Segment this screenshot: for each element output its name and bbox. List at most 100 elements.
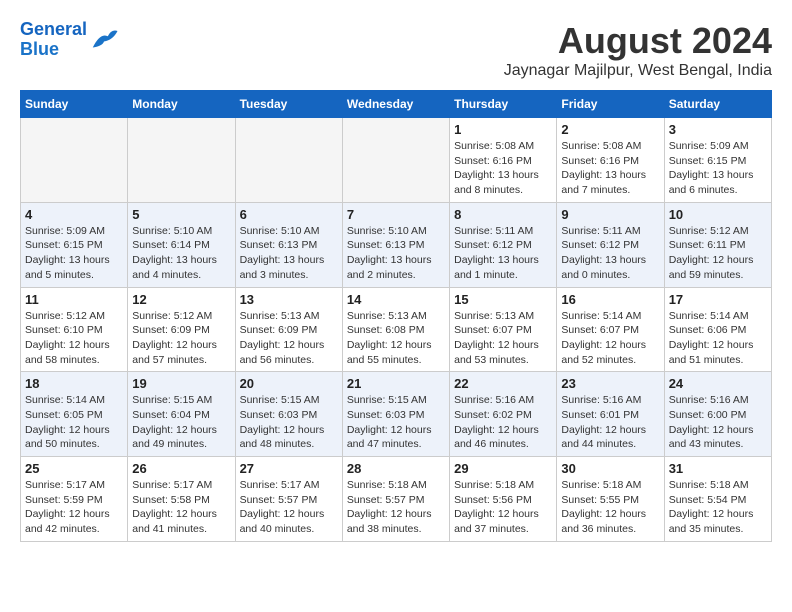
- day-number: 2: [561, 122, 659, 137]
- weekday-header-thursday: Thursday: [450, 91, 557, 118]
- calendar-week-row: 11Sunrise: 5:12 AM Sunset: 6:10 PM Dayli…: [21, 287, 772, 372]
- day-info: Sunrise: 5:16 AM Sunset: 6:02 PM Dayligh…: [454, 393, 552, 452]
- calendar-cell: 10 Sunrise: 5:12 AM Sunset: 6:11 PM Dayli…: [664, 202, 771, 287]
- weekday-header-sunday: Sunday: [21, 91, 128, 118]
- calendar-cell: 19Sunrise: 5:15 AM Sunset: 6:04 PM Dayli…: [128, 372, 235, 457]
- calendar-cell: 23 Sunrise: 5:16 AM Sunset: 6:01 PM Dayli…: [557, 372, 664, 457]
- calendar-cell: [128, 118, 235, 203]
- calendar-cell: 1 Sunrise: 5:08 AM Sunset: 6:16 PM Daylig…: [450, 118, 557, 203]
- day-info: Sunrise: 5:12 AM Sunset: 6:09 PM Dayligh…: [132, 309, 230, 368]
- calendar-cell: 25 Sunrise: 5:17 AM Sunset: 5:59 PM Dayli…: [21, 457, 128, 542]
- calendar-cell: 14Sunrise: 5:13 AM Sunset: 6:08 PM Dayli…: [342, 287, 449, 372]
- page-header: General Blue August 2024 Jaynagar Majilp…: [20, 20, 772, 80]
- month-title: August 2024: [504, 20, 772, 62]
- calendar-cell: 27Sunrise: 5:17 AM Sunset: 5:57 PM Dayli…: [235, 457, 342, 542]
- day-number: 27: [240, 461, 338, 476]
- calendar-cell: 28 Sunrise: 5:18 AM Sunset: 5:57 PM Dayli…: [342, 457, 449, 542]
- day-info: Sunrise: 5:15 AM Sunset: 6:04 PM Dayligh…: [132, 393, 230, 452]
- day-number: 28: [347, 461, 445, 476]
- calendar-cell: 18 Sunrise: 5:14 AM Sunset: 6:05 PM Dayli…: [21, 372, 128, 457]
- day-number: 1: [454, 122, 552, 137]
- calendar-cell: 8 Sunrise: 5:11 AM Sunset: 6:12 PM Daylig…: [450, 202, 557, 287]
- calendar-cell: 11Sunrise: 5:12 AM Sunset: 6:10 PM Dayli…: [21, 287, 128, 372]
- day-info: Sunrise: 5:15 AM Sunset: 6:03 PM Dayligh…: [240, 393, 338, 452]
- weekday-header-tuesday: Tuesday: [235, 91, 342, 118]
- day-number: 10: [669, 207, 767, 222]
- day-number: 5: [132, 207, 230, 222]
- day-info: Sunrise: 5:12 AM Sunset: 6:11 PM Dayligh…: [669, 224, 767, 283]
- day-info: Sunrise: 5:13 AM Sunset: 6:09 PM Dayligh…: [240, 309, 338, 368]
- logo: General Blue: [20, 20, 119, 60]
- day-number: 15: [454, 292, 552, 307]
- calendar-table: SundayMondayTuesdayWednesdayThursdayFrid…: [20, 90, 772, 542]
- day-number: 17: [669, 292, 767, 307]
- day-info: Sunrise: 5:18 AM Sunset: 5:55 PM Dayligh…: [561, 478, 659, 537]
- day-number: 6: [240, 207, 338, 222]
- day-info: Sunrise: 5:18 AM Sunset: 5:57 PM Dayligh…: [347, 478, 445, 537]
- day-info: Sunrise: 5:10 AM Sunset: 6:13 PM Dayligh…: [347, 224, 445, 283]
- calendar-week-row: 1 Sunrise: 5:08 AM Sunset: 6:16 PM Daylig…: [21, 118, 772, 203]
- calendar-cell: 2 Sunrise: 5:08 AM Sunset: 6:16 PM Daylig…: [557, 118, 664, 203]
- day-number: 20: [240, 376, 338, 391]
- calendar-cell: 3Sunrise: 5:09 AM Sunset: 6:15 PM Daylig…: [664, 118, 771, 203]
- day-info: Sunrise: 5:11 AM Sunset: 6:12 PM Dayligh…: [454, 224, 552, 283]
- location-text: Jaynagar Majilpur, West Bengal, India: [504, 62, 772, 80]
- day-info: Sunrise: 5:14 AM Sunset: 6:06 PM Dayligh…: [669, 309, 767, 368]
- day-info: Sunrise: 5:18 AM Sunset: 5:54 PM Dayligh…: [669, 478, 767, 537]
- day-info: Sunrise: 5:11 AM Sunset: 6:12 PM Dayligh…: [561, 224, 659, 283]
- calendar-header: SundayMondayTuesdayWednesdayThursdayFrid…: [21, 91, 772, 118]
- weekday-header-saturday: Saturday: [664, 91, 771, 118]
- calendar-cell: 6 Sunrise: 5:10 AM Sunset: 6:13 PM Daylig…: [235, 202, 342, 287]
- day-info: Sunrise: 5:08 AM Sunset: 6:16 PM Dayligh…: [454, 139, 552, 198]
- calendar-cell: [342, 118, 449, 203]
- calendar-cell: 22 Sunrise: 5:16 AM Sunset: 6:02 PM Dayli…: [450, 372, 557, 457]
- calendar-cell: 16 Sunrise: 5:14 AM Sunset: 6:07 PM Dayli…: [557, 287, 664, 372]
- day-info: Sunrise: 5:10 AM Sunset: 6:13 PM Dayligh…: [240, 224, 338, 283]
- day-number: 16: [561, 292, 659, 307]
- calendar-cell: 7Sunrise: 5:10 AM Sunset: 6:13 PM Daylig…: [342, 202, 449, 287]
- day-number: 12: [132, 292, 230, 307]
- calendar-body: 1 Sunrise: 5:08 AM Sunset: 6:16 PM Daylig…: [21, 118, 772, 542]
- day-number: 4: [25, 207, 123, 222]
- calendar-cell: 17 Sunrise: 5:14 AM Sunset: 6:06 PM Dayli…: [664, 287, 771, 372]
- day-info: Sunrise: 5:09 AM Sunset: 6:15 PM Dayligh…: [25, 224, 123, 283]
- day-info: Sunrise: 5:15 AM Sunset: 6:03 PM Dayligh…: [347, 393, 445, 452]
- day-info: Sunrise: 5:13 AM Sunset: 6:07 PM Dayligh…: [454, 309, 552, 368]
- calendar-week-row: 18 Sunrise: 5:14 AM Sunset: 6:05 PM Dayli…: [21, 372, 772, 457]
- calendar-cell: 15 Sunrise: 5:13 AM Sunset: 6:07 PM Dayli…: [450, 287, 557, 372]
- calendar-cell: [235, 118, 342, 203]
- day-number: 9: [561, 207, 659, 222]
- calendar-cell: 4 Sunrise: 5:09 AM Sunset: 6:15 PM Daylig…: [21, 202, 128, 287]
- day-number: 22: [454, 376, 552, 391]
- day-number: 23: [561, 376, 659, 391]
- calendar-cell: 5 Sunrise: 5:10 AM Sunset: 6:14 PM Daylig…: [128, 202, 235, 287]
- day-info: Sunrise: 5:18 AM Sunset: 5:56 PM Dayligh…: [454, 478, 552, 537]
- logo-blue: Blue: [20, 39, 59, 59]
- logo-bird-icon: [89, 25, 119, 55]
- day-number: 21: [347, 376, 445, 391]
- calendar-week-row: 25 Sunrise: 5:17 AM Sunset: 5:59 PM Dayli…: [21, 457, 772, 542]
- day-info: Sunrise: 5:08 AM Sunset: 6:16 PM Dayligh…: [561, 139, 659, 198]
- day-number: 11: [25, 292, 123, 307]
- day-info: Sunrise: 5:16 AM Sunset: 6:01 PM Dayligh…: [561, 393, 659, 452]
- day-number: 3: [669, 122, 767, 137]
- day-number: 8: [454, 207, 552, 222]
- calendar-cell: 24 Sunrise: 5:16 AM Sunset: 6:00 PM Dayli…: [664, 372, 771, 457]
- calendar-cell: 26Sunrise: 5:17 AM Sunset: 5:58 PM Dayli…: [128, 457, 235, 542]
- day-info: Sunrise: 5:10 AM Sunset: 6:14 PM Dayligh…: [132, 224, 230, 283]
- calendar-cell: 9 Sunrise: 5:11 AM Sunset: 6:12 PM Daylig…: [557, 202, 664, 287]
- logo-general: General: [20, 19, 87, 39]
- calendar-week-row: 4 Sunrise: 5:09 AM Sunset: 6:15 PM Daylig…: [21, 202, 772, 287]
- day-info: Sunrise: 5:17 AM Sunset: 5:59 PM Dayligh…: [25, 478, 123, 537]
- day-number: 18: [25, 376, 123, 391]
- day-number: 26: [132, 461, 230, 476]
- day-number: 25: [25, 461, 123, 476]
- calendar-cell: 20 Sunrise: 5:15 AM Sunset: 6:03 PM Dayli…: [235, 372, 342, 457]
- weekday-header-row: SundayMondayTuesdayWednesdayThursdayFrid…: [21, 91, 772, 118]
- day-number: 24: [669, 376, 767, 391]
- day-info: Sunrise: 5:14 AM Sunset: 6:07 PM Dayligh…: [561, 309, 659, 368]
- day-info: Sunrise: 5:16 AM Sunset: 6:00 PM Dayligh…: [669, 393, 767, 452]
- day-info: Sunrise: 5:13 AM Sunset: 6:08 PM Dayligh…: [347, 309, 445, 368]
- day-info: Sunrise: 5:14 AM Sunset: 6:05 PM Dayligh…: [25, 393, 123, 452]
- day-number: 13: [240, 292, 338, 307]
